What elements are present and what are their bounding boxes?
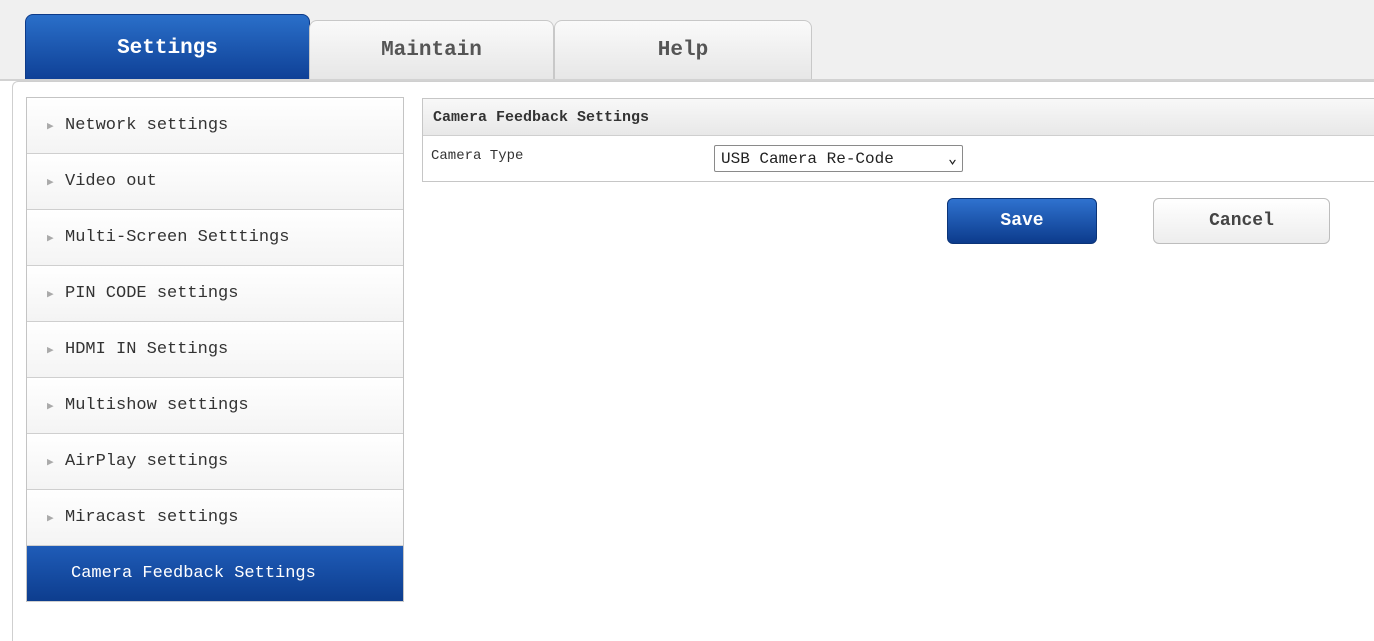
triangle-right-icon: ▶ (47, 232, 54, 245)
sidebar-item-miracast-settings[interactable]: ▶ Miracast settings (27, 490, 403, 546)
camera-type-select[interactable]: USB Camera Re-Code ⌄ (714, 145, 963, 172)
triangle-right-icon: ▶ (47, 456, 54, 469)
triangle-right-icon: ▶ (47, 400, 54, 413)
triangle-right-icon: ▶ (47, 120, 54, 133)
sidebar-item-hdmi-in-settings[interactable]: ▶ HDMI IN Settings (27, 322, 403, 378)
sidebar-item-label: Multishow settings (65, 396, 249, 415)
sidebar-item-label: HDMI IN Settings (65, 340, 229, 359)
sidebar-item-label: Network settings (65, 116, 229, 135)
tab-maintain[interactable]: Maintain (309, 20, 554, 80)
chevron-down-icon: ⌄ (947, 151, 957, 168)
triangle-right-icon: ▶ (47, 288, 54, 301)
sidebar-item-label: Camera Feedback Settings (71, 564, 316, 583)
sidebar-item-label: AirPlay settings (65, 452, 229, 471)
sidebar-item-multi-screen-settings[interactable]: ▶ Multi-Screen Setttings (27, 210, 403, 266)
camera-feedback-panel: Camera Feedback Settings Camera Type USB… (422, 98, 1374, 182)
sidebar-item-label: Multi-Screen Setttings (65, 228, 290, 247)
sidebar-menu: ▶ Network settings ▶ Video out ▶ Multi-S… (26, 97, 404, 602)
sidebar-item-pin-code-settings[interactable]: ▶ PIN CODE settings (27, 266, 403, 322)
sidebar-item-airplay-settings[interactable]: ▶ AirPlay settings (27, 434, 403, 490)
camera-type-row: Camera Type USB Camera Re-Code ⌄ (423, 136, 1374, 181)
camera-type-value: USB Camera Re-Code (721, 149, 894, 168)
triangle-right-icon: ▶ (47, 512, 54, 525)
sidebar-item-video-out[interactable]: ▶ Video out (27, 154, 403, 210)
panel-title: Camera Feedback Settings (423, 99, 1374, 136)
camera-type-label: Camera Type (431, 148, 524, 164)
sidebar-item-camera-feedback-settings[interactable]: Camera Feedback Settings (27, 546, 403, 602)
sidebar-item-label: PIN CODE settings (65, 284, 239, 303)
tab-help[interactable]: Help (554, 20, 812, 80)
save-button[interactable]: Save (947, 198, 1097, 244)
triangle-right-icon: ▶ (47, 344, 54, 357)
tab-settings[interactable]: Settings (25, 14, 310, 81)
sidebar-item-label: Miracast settings (65, 508, 239, 527)
sidebar-item-multishow-settings[interactable]: ▶ Multishow settings (27, 378, 403, 434)
triangle-right-icon: ▶ (47, 176, 54, 189)
top-nav-bar: Settings Maintain Help (0, 0, 1374, 81)
cancel-button[interactable]: Cancel (1153, 198, 1330, 244)
sidebar-item-network-settings[interactable]: ▶ Network settings (27, 98, 403, 154)
sidebar-item-label: Video out (65, 172, 157, 191)
